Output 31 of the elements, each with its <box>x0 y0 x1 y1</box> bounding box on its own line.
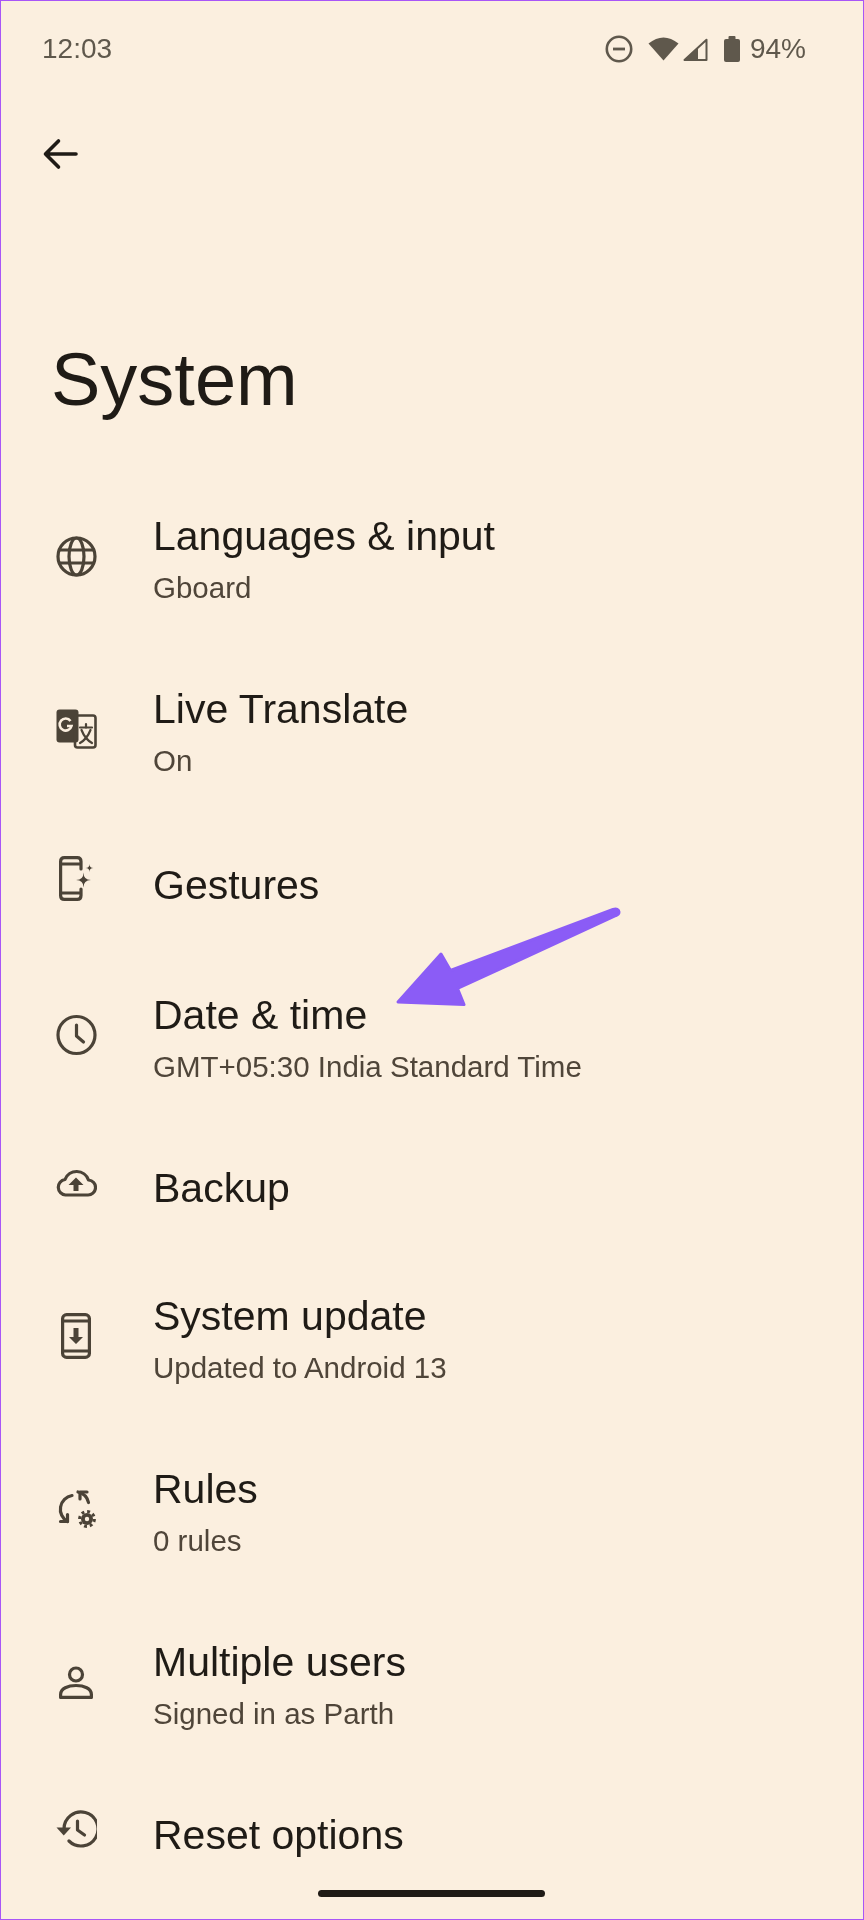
setting-summary: Gboard <box>153 570 252 606</box>
wifi-icon <box>647 37 679 61</box>
setting-title[interactable]: Rules <box>153 1463 258 1515</box>
setting-title[interactable]: System update <box>153 1290 427 1342</box>
setting-summary: Updated to Android 13 <box>153 1350 447 1386</box>
back-arrow-icon <box>42 138 78 170</box>
setting-title[interactable]: Languages & input <box>153 510 495 562</box>
setting-summary: GMT+05:30 India Standard Time <box>153 1049 582 1085</box>
globe-icon <box>55 535 97 577</box>
battery-percent: 94% <box>749 32 806 66</box>
status-time: 12:03 <box>42 32 113 66</box>
page-title: System <box>51 337 298 423</box>
history-icon <box>55 1810 97 1848</box>
clock-icon <box>55 1014 97 1056</box>
cloud-upload-icon <box>55 1167 97 1197</box>
do-not-disturb-icon <box>604 35 633 63</box>
setting-title[interactable]: Live Translate <box>153 683 409 735</box>
phone-download-icon <box>61 1313 91 1359</box>
translate-icon <box>55 709 97 749</box>
signal-icon <box>682 37 708 61</box>
setting-title[interactable]: Backup <box>153 1162 290 1214</box>
person-icon <box>59 1665 93 1699</box>
setting-title[interactable]: Gestures <box>153 858 320 911</box>
setting-summary: Signed in as Parth <box>153 1696 395 1732</box>
setting-title[interactable]: Date & time <box>153 989 368 1041</box>
setting-summary: 0 rules <box>153 1523 242 1559</box>
setting-title[interactable]: Multiple users <box>153 1636 406 1688</box>
setting-title[interactable]: Reset options <box>153 1809 404 1861</box>
setting-summary: On <box>153 743 193 779</box>
battery-icon <box>723 36 740 62</box>
phone-sparkle-icon <box>58 856 94 901</box>
